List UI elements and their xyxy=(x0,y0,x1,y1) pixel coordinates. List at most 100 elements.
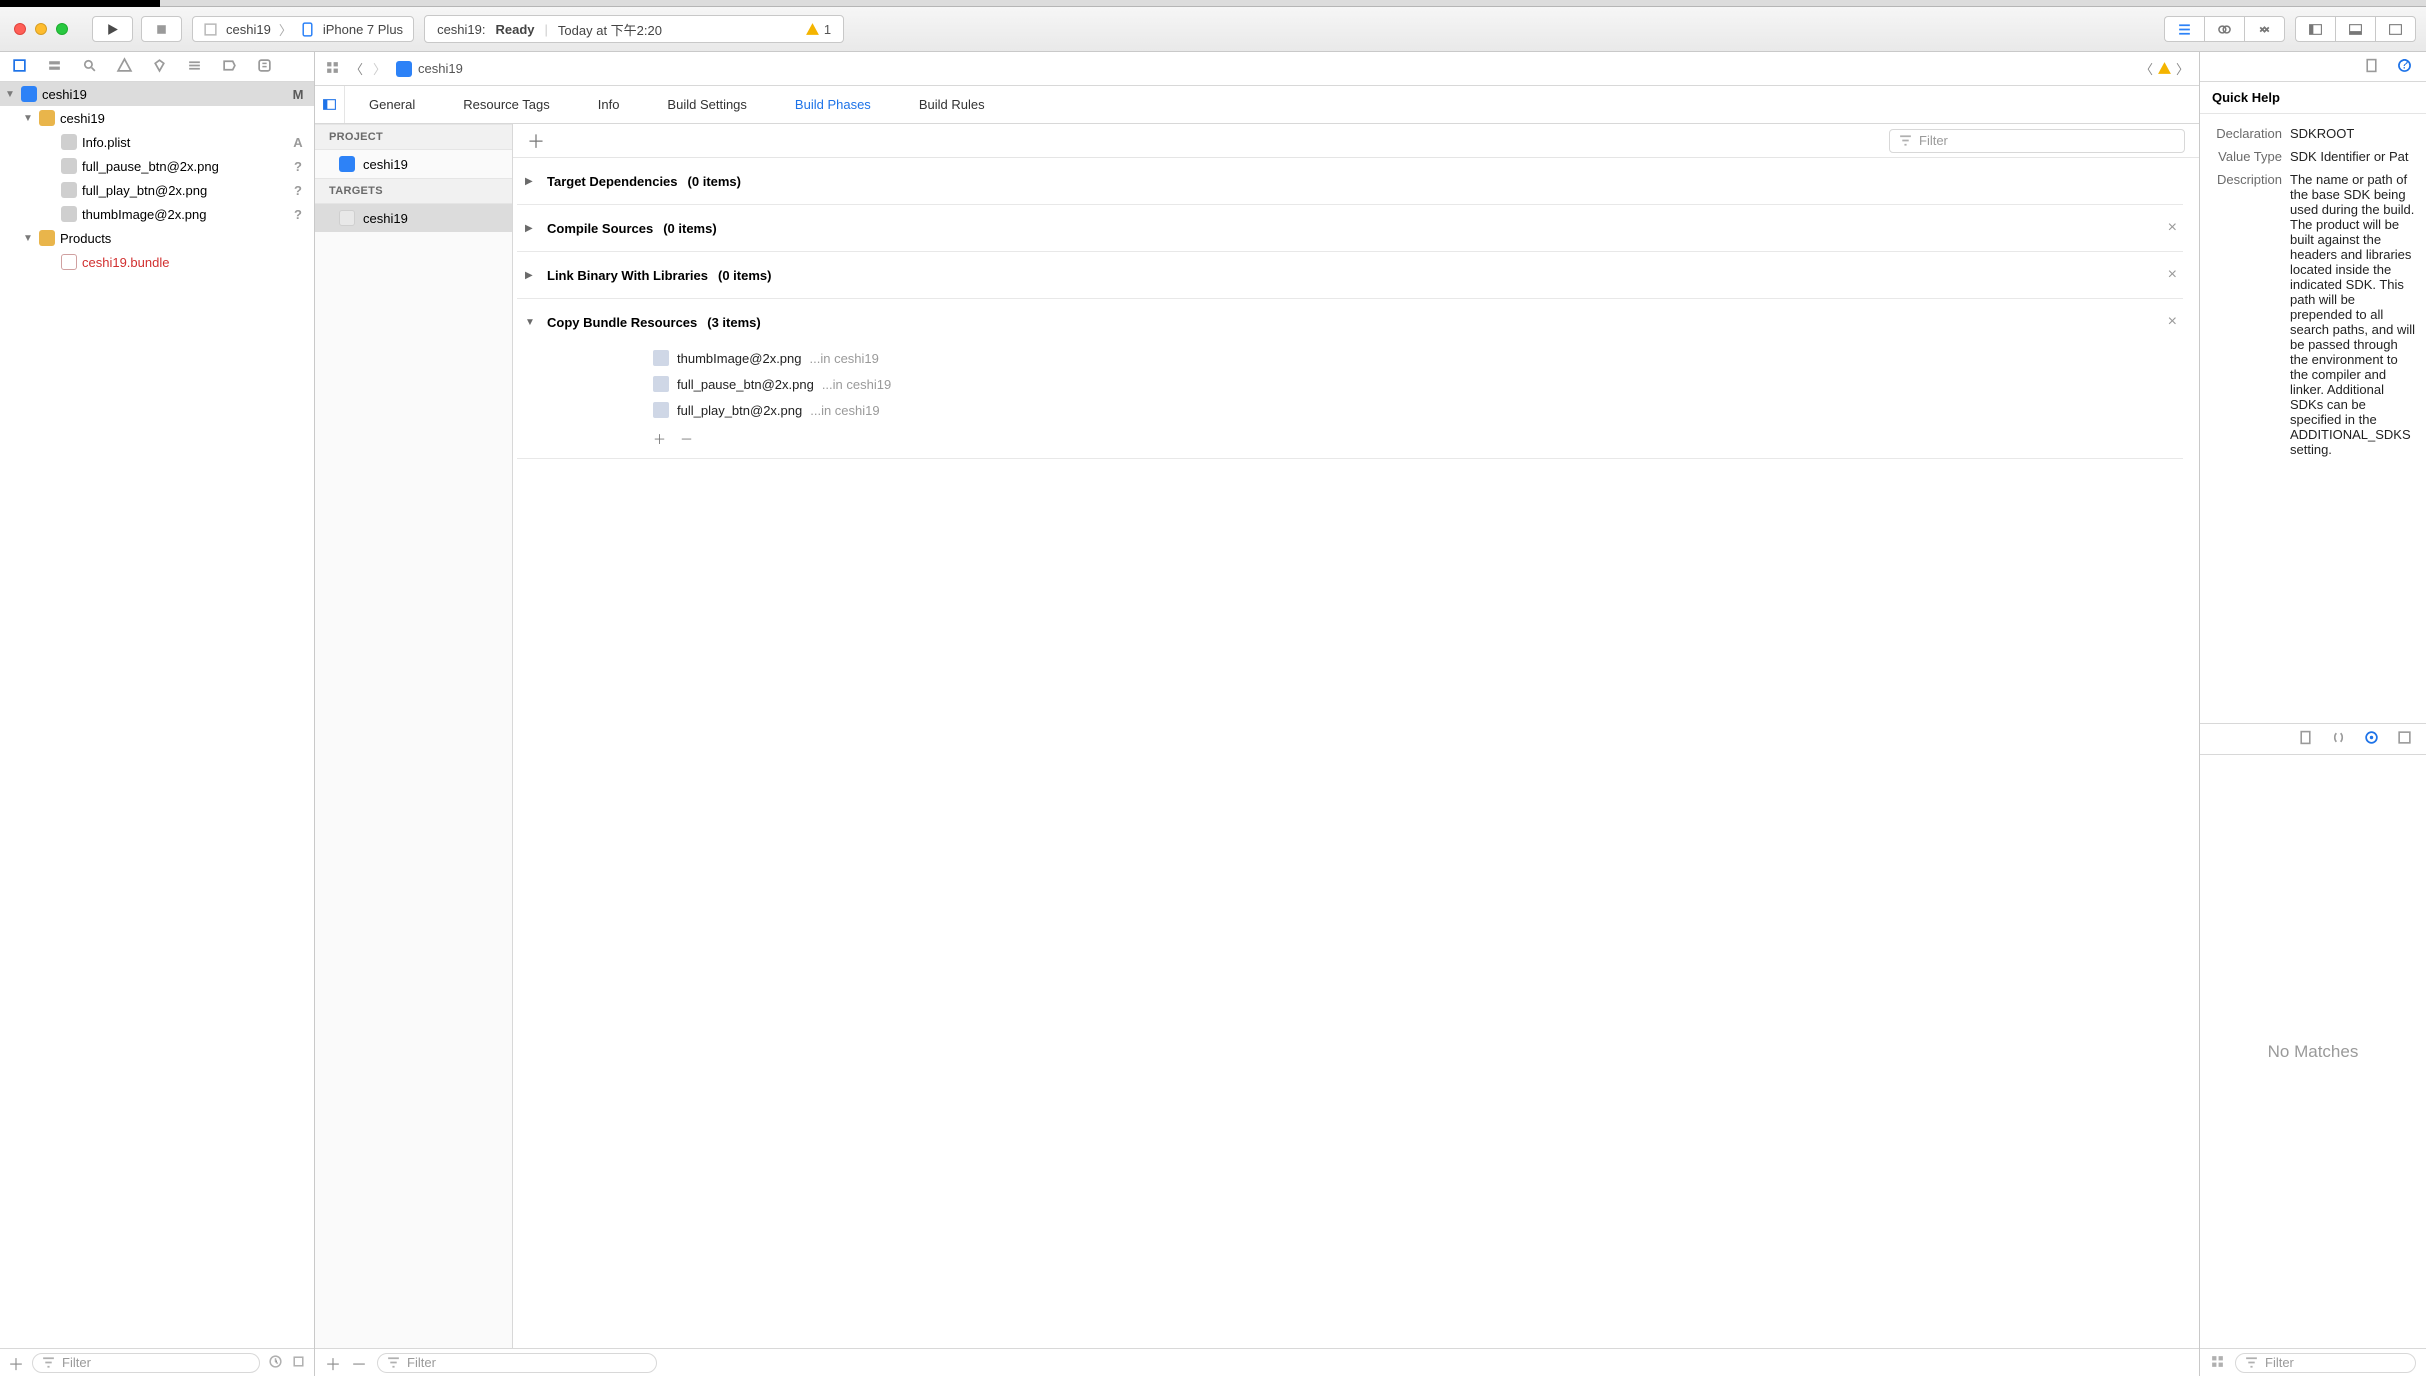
file-icon xyxy=(61,158,77,174)
phase-file-row[interactable]: thumbImage@2x.png ...in ceshi19 xyxy=(653,345,2183,371)
group-row[interactable]: ▼ ceshi19 xyxy=(0,106,314,130)
products-group-row[interactable]: ▼ Products xyxy=(0,226,314,250)
media-library-icon[interactable] xyxy=(2397,730,2412,748)
qh-declaration-value: SDKROOT xyxy=(2290,126,2416,141)
add-file-button[interactable]: ＋ xyxy=(653,429,666,448)
product-row[interactable]: ceshi19.bundle xyxy=(0,250,314,274)
assistant-editor-button[interactable] xyxy=(2204,16,2244,42)
project-navigator-icon[interactable] xyxy=(12,58,27,76)
library-view-mode-icon[interactable] xyxy=(2210,1354,2225,1372)
scm-status: A xyxy=(290,135,306,150)
add-target-button[interactable]: ＋ xyxy=(325,1351,341,1375)
tab-resource-tags[interactable]: Resource Tags xyxy=(439,86,573,123)
scm-status: ? xyxy=(290,207,306,222)
device-icon xyxy=(300,22,315,37)
panel-right-icon xyxy=(2388,22,2403,37)
phase-file-row[interactable]: full_play_btn@2x.png ...in ceshi19 xyxy=(653,397,2183,423)
phase-header[interactable]: ▶ Compile Sources (0 items) × xyxy=(517,205,2183,251)
standard-editor-button[interactable] xyxy=(2164,16,2204,42)
scheme-selector[interactable]: ceshi19 〉 iPhone 7 Plus xyxy=(192,16,414,42)
stop-button[interactable] xyxy=(141,16,182,42)
disclosure-icon[interactable]: ▶ xyxy=(525,223,537,234)
scheme-device-label: iPhone 7 Plus xyxy=(323,22,403,37)
build-phases-list: ▶ Target Dependencies (0 items) ▶ Compil… xyxy=(513,158,2199,1348)
filter-icon xyxy=(1898,133,1913,148)
phase-header[interactable]: ▼ Copy Bundle Resources (3 items) × xyxy=(517,299,2183,345)
disclosure-icon[interactable]: ▼ xyxy=(4,89,16,100)
file-row[interactable]: full_play_btn@2x.png ? xyxy=(0,178,314,202)
remove-phase-button[interactable]: × xyxy=(2168,313,2183,331)
file-row[interactable]: Info.plist A xyxy=(0,130,314,154)
version-editor-button[interactable] xyxy=(2244,16,2285,42)
inspector-panel: ? Quick Help DeclarationSDKROOT Value Ty… xyxy=(2200,52,2426,1376)
phase-header[interactable]: ▶ Target Dependencies (0 items) xyxy=(517,158,2183,204)
file-label: thumbImage@2x.png xyxy=(82,207,290,222)
phase-file-row[interactable]: full_pause_btn@2x.png ...in ceshi19 xyxy=(653,371,2183,397)
jumpbar-crumb-label: ceshi19 xyxy=(418,61,463,76)
activity-warning-count: 1 xyxy=(824,22,831,37)
remove-phase-button[interactable]: × xyxy=(2168,266,2183,284)
close-window-button[interactable] xyxy=(14,23,26,35)
navigator-filter-input[interactable]: Filter xyxy=(32,1353,260,1373)
jumpbar-crumb[interactable]: ceshi19 xyxy=(396,61,463,77)
test-navigator-icon[interactable] xyxy=(152,58,167,76)
disclosure-icon[interactable]: ▶ xyxy=(525,176,537,187)
project-root-row[interactable]: ▼ ceshi19 M xyxy=(0,82,314,106)
tab-info[interactable]: Info xyxy=(574,86,644,123)
quick-help-inspector-icon[interactable]: ? xyxy=(2397,58,2412,76)
phase-header[interactable]: ▶ Link Binary With Libraries (0 items) × xyxy=(517,252,2183,298)
report-navigator-icon[interactable] xyxy=(257,58,272,76)
project-tree: ▼ ceshi19 M ▼ ceshi19 Info.plist A full_… xyxy=(0,82,314,1348)
debug-navigator-icon[interactable] xyxy=(187,58,202,76)
project-list-item[interactable]: ceshi19 xyxy=(315,150,512,178)
quick-help-title: Quick Help xyxy=(2200,82,2426,114)
code-snippet-library-icon[interactable] xyxy=(2331,730,2346,748)
phases-filter-input[interactable]: Filter xyxy=(1889,129,2185,153)
jumpbar-related-icon[interactable] xyxy=(325,60,340,78)
disclosure-icon[interactable]: ▼ xyxy=(525,317,537,328)
phase-file-list: thumbImage@2x.png ...in ceshi19 full_pau… xyxy=(517,345,2183,458)
tab-build-rules[interactable]: Build Rules xyxy=(895,86,1009,123)
add-phase-button[interactable]: ＋ xyxy=(527,128,545,154)
find-navigator-icon[interactable] xyxy=(82,58,97,76)
file-label: full_pause_btn@2x.png xyxy=(82,159,290,174)
activity-warnings[interactable]: 1 xyxy=(805,22,831,37)
minimize-window-button[interactable] xyxy=(35,23,47,35)
zoom-window-button[interactable] xyxy=(56,23,68,35)
jumpbar-forward-button[interactable]: 〉 xyxy=(373,59,386,78)
symbol-navigator-icon[interactable] xyxy=(47,58,62,76)
scm-filter-button[interactable] xyxy=(291,1354,306,1372)
object-library-icon[interactable] xyxy=(2364,730,2379,748)
remove-target-button[interactable]: － xyxy=(351,1351,367,1375)
disclosure-icon[interactable]: ▼ xyxy=(22,233,34,244)
target-list-item[interactable]: ceshi19 xyxy=(315,204,512,232)
remove-phase-button[interactable]: × xyxy=(2168,219,2183,237)
jumpbar-prev-issue[interactable]: 〈 xyxy=(2140,59,2153,78)
library-filter-input[interactable]: Filter xyxy=(2235,1353,2416,1373)
editor-area: 〈 〉 ceshi19 〈 〉 General Resource Tags In… xyxy=(315,52,2200,1376)
toggle-debug-area-button[interactable] xyxy=(2335,16,2375,42)
tab-general[interactable]: General xyxy=(345,86,439,123)
file-inspector-icon[interactable] xyxy=(2364,58,2379,76)
outline-toggle-button[interactable] xyxy=(315,86,345,123)
jumpbar-back-button[interactable]: 〈 xyxy=(350,59,363,78)
disclosure-icon[interactable]: ▼ xyxy=(22,113,34,124)
disclosure-icon[interactable]: ▶ xyxy=(525,270,537,281)
toggle-utilities-button[interactable] xyxy=(2375,16,2416,42)
run-button[interactable] xyxy=(92,16,133,42)
recent-filter-button[interactable] xyxy=(268,1354,283,1372)
menubar-hint xyxy=(0,0,2426,7)
products-group-label: Products xyxy=(60,231,290,246)
jumpbar-next-issue[interactable]: 〉 xyxy=(2176,59,2189,78)
add-button[interactable]: ＋ xyxy=(8,1351,24,1375)
issue-navigator-icon[interactable] xyxy=(117,58,132,76)
file-row[interactable]: thumbImage@2x.png ? xyxy=(0,202,314,226)
file-template-library-icon[interactable] xyxy=(2298,730,2313,748)
toggle-navigator-button[interactable] xyxy=(2295,16,2335,42)
remove-file-button[interactable]: － xyxy=(680,429,693,448)
editor-filter-input[interactable]: Filter xyxy=(377,1353,657,1373)
file-row[interactable]: full_pause_btn@2x.png ? xyxy=(0,154,314,178)
tab-build-phases[interactable]: Build Phases xyxy=(771,86,895,123)
tab-build-settings[interactable]: Build Settings xyxy=(643,86,771,123)
breakpoint-navigator-icon[interactable] xyxy=(222,58,237,76)
